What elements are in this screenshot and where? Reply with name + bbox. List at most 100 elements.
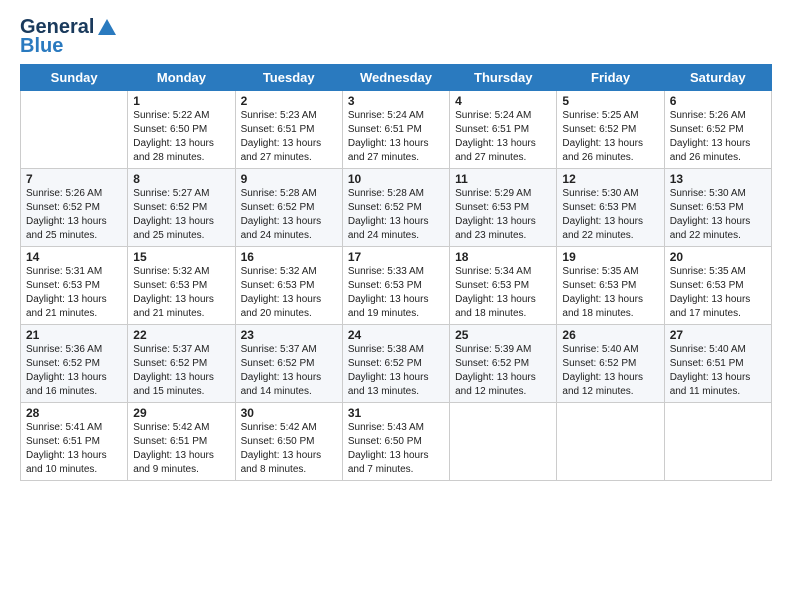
day-number: 9	[241, 172, 337, 186]
day-number: 27	[670, 328, 766, 342]
day-info: Sunrise: 5:27 AM Sunset: 6:52 PM Dayligh…	[133, 187, 229, 243]
week-row-5: 28Sunrise: 5:41 AM Sunset: 6:51 PM Dayli…	[21, 403, 772, 481]
day-info: Sunrise: 5:25 AM Sunset: 6:52 PM Dayligh…	[562, 109, 658, 165]
header: General Blue	[20, 16, 772, 58]
day-info: Sunrise: 5:22 AM Sunset: 6:50 PM Dayligh…	[133, 109, 229, 165]
day-info: Sunrise: 5:30 AM Sunset: 6:53 PM Dayligh…	[670, 187, 766, 243]
day-number: 5	[562, 94, 658, 108]
calendar-cell: 16Sunrise: 5:32 AM Sunset: 6:53 PM Dayli…	[235, 247, 342, 325]
calendar-cell: 1Sunrise: 5:22 AM Sunset: 6:50 PM Daylig…	[128, 91, 235, 169]
calendar-cell: 24Sunrise: 5:38 AM Sunset: 6:52 PM Dayli…	[342, 325, 449, 403]
day-info: Sunrise: 5:37 AM Sunset: 6:52 PM Dayligh…	[241, 343, 337, 399]
page-container: General Blue SundayMondayTuesdayWednesda…	[0, 0, 792, 491]
day-number: 6	[670, 94, 766, 108]
calendar-cell: 14Sunrise: 5:31 AM Sunset: 6:53 PM Dayli…	[21, 247, 128, 325]
week-row-4: 21Sunrise: 5:36 AM Sunset: 6:52 PM Dayli…	[21, 325, 772, 403]
week-row-3: 14Sunrise: 5:31 AM Sunset: 6:53 PM Dayli…	[21, 247, 772, 325]
day-number: 26	[562, 328, 658, 342]
day-number: 25	[455, 328, 551, 342]
calendar-cell: 28Sunrise: 5:41 AM Sunset: 6:51 PM Dayli…	[21, 403, 128, 481]
calendar-cell	[664, 403, 771, 481]
weekday-header-thursday: Thursday	[450, 65, 557, 91]
day-number: 30	[241, 406, 337, 420]
calendar-cell: 29Sunrise: 5:42 AM Sunset: 6:51 PM Dayli…	[128, 403, 235, 481]
day-info: Sunrise: 5:28 AM Sunset: 6:52 PM Dayligh…	[241, 187, 337, 243]
day-info: Sunrise: 5:32 AM Sunset: 6:53 PM Dayligh…	[241, 265, 337, 321]
calendar-cell: 7Sunrise: 5:26 AM Sunset: 6:52 PM Daylig…	[21, 169, 128, 247]
calendar-table: SundayMondayTuesdayWednesdayThursdayFrid…	[20, 64, 772, 481]
calendar-cell: 4Sunrise: 5:24 AM Sunset: 6:51 PM Daylig…	[450, 91, 557, 169]
day-number: 18	[455, 250, 551, 264]
day-info: Sunrise: 5:29 AM Sunset: 6:53 PM Dayligh…	[455, 187, 551, 243]
day-number: 23	[241, 328, 337, 342]
week-row-2: 7Sunrise: 5:26 AM Sunset: 6:52 PM Daylig…	[21, 169, 772, 247]
day-number: 7	[26, 172, 122, 186]
calendar-cell: 2Sunrise: 5:23 AM Sunset: 6:51 PM Daylig…	[235, 91, 342, 169]
calendar-cell: 5Sunrise: 5:25 AM Sunset: 6:52 PM Daylig…	[557, 91, 664, 169]
day-info: Sunrise: 5:32 AM Sunset: 6:53 PM Dayligh…	[133, 265, 229, 321]
calendar-cell: 23Sunrise: 5:37 AM Sunset: 6:52 PM Dayli…	[235, 325, 342, 403]
weekday-header-monday: Monday	[128, 65, 235, 91]
day-info: Sunrise: 5:35 AM Sunset: 6:53 PM Dayligh…	[562, 265, 658, 321]
calendar-cell: 10Sunrise: 5:28 AM Sunset: 6:52 PM Dayli…	[342, 169, 449, 247]
day-number: 19	[562, 250, 658, 264]
day-info: Sunrise: 5:42 AM Sunset: 6:50 PM Dayligh…	[241, 421, 337, 477]
calendar-cell: 12Sunrise: 5:30 AM Sunset: 6:53 PM Dayli…	[557, 169, 664, 247]
calendar-cell: 11Sunrise: 5:29 AM Sunset: 6:53 PM Dayli…	[450, 169, 557, 247]
calendar-cell: 18Sunrise: 5:34 AM Sunset: 6:53 PM Dayli…	[450, 247, 557, 325]
calendar-cell: 27Sunrise: 5:40 AM Sunset: 6:51 PM Dayli…	[664, 325, 771, 403]
day-number: 16	[241, 250, 337, 264]
calendar-cell: 19Sunrise: 5:35 AM Sunset: 6:53 PM Dayli…	[557, 247, 664, 325]
calendar-cell: 13Sunrise: 5:30 AM Sunset: 6:53 PM Dayli…	[664, 169, 771, 247]
day-number: 3	[348, 94, 444, 108]
day-info: Sunrise: 5:30 AM Sunset: 6:53 PM Dayligh…	[562, 187, 658, 243]
calendar-cell: 6Sunrise: 5:26 AM Sunset: 6:52 PM Daylig…	[664, 91, 771, 169]
day-number: 17	[348, 250, 444, 264]
calendar-cell: 15Sunrise: 5:32 AM Sunset: 6:53 PM Dayli…	[128, 247, 235, 325]
weekday-header-row: SundayMondayTuesdayWednesdayThursdayFrid…	[21, 65, 772, 91]
calendar-cell	[557, 403, 664, 481]
calendar-cell	[21, 91, 128, 169]
day-info: Sunrise: 5:23 AM Sunset: 6:51 PM Dayligh…	[241, 109, 337, 165]
calendar-cell: 20Sunrise: 5:35 AM Sunset: 6:53 PM Dayli…	[664, 247, 771, 325]
week-row-1: 1Sunrise: 5:22 AM Sunset: 6:50 PM Daylig…	[21, 91, 772, 169]
day-info: Sunrise: 5:38 AM Sunset: 6:52 PM Dayligh…	[348, 343, 444, 399]
calendar-cell: 31Sunrise: 5:43 AM Sunset: 6:50 PM Dayli…	[342, 403, 449, 481]
day-info: Sunrise: 5:31 AM Sunset: 6:53 PM Dayligh…	[26, 265, 122, 321]
calendar-cell: 21Sunrise: 5:36 AM Sunset: 6:52 PM Dayli…	[21, 325, 128, 403]
day-info: Sunrise: 5:26 AM Sunset: 6:52 PM Dayligh…	[26, 187, 122, 243]
day-number: 29	[133, 406, 229, 420]
day-info: Sunrise: 5:24 AM Sunset: 6:51 PM Dayligh…	[348, 109, 444, 165]
calendar-cell: 30Sunrise: 5:42 AM Sunset: 6:50 PM Dayli…	[235, 403, 342, 481]
day-info: Sunrise: 5:41 AM Sunset: 6:51 PM Dayligh…	[26, 421, 122, 477]
calendar-cell: 17Sunrise: 5:33 AM Sunset: 6:53 PM Dayli…	[342, 247, 449, 325]
weekday-header-sunday: Sunday	[21, 65, 128, 91]
day-number: 28	[26, 406, 122, 420]
day-info: Sunrise: 5:34 AM Sunset: 6:53 PM Dayligh…	[455, 265, 551, 321]
calendar-cell: 8Sunrise: 5:27 AM Sunset: 6:52 PM Daylig…	[128, 169, 235, 247]
day-info: Sunrise: 5:35 AM Sunset: 6:53 PM Dayligh…	[670, 265, 766, 321]
calendar-cell: 22Sunrise: 5:37 AM Sunset: 6:52 PM Dayli…	[128, 325, 235, 403]
day-number: 8	[133, 172, 229, 186]
weekday-header-friday: Friday	[557, 65, 664, 91]
calendar-cell: 3Sunrise: 5:24 AM Sunset: 6:51 PM Daylig…	[342, 91, 449, 169]
day-info: Sunrise: 5:39 AM Sunset: 6:52 PM Dayligh…	[455, 343, 551, 399]
day-number: 12	[562, 172, 658, 186]
weekday-header-saturday: Saturday	[664, 65, 771, 91]
day-info: Sunrise: 5:42 AM Sunset: 6:51 PM Dayligh…	[133, 421, 229, 477]
day-info: Sunrise: 5:33 AM Sunset: 6:53 PM Dayligh…	[348, 265, 444, 321]
day-info: Sunrise: 5:26 AM Sunset: 6:52 PM Dayligh…	[670, 109, 766, 165]
day-info: Sunrise: 5:40 AM Sunset: 6:52 PM Dayligh…	[562, 343, 658, 399]
day-info: Sunrise: 5:43 AM Sunset: 6:50 PM Dayligh…	[348, 421, 444, 477]
day-number: 20	[670, 250, 766, 264]
day-info: Sunrise: 5:36 AM Sunset: 6:52 PM Dayligh…	[26, 343, 122, 399]
day-number: 11	[455, 172, 551, 186]
calendar-cell	[450, 403, 557, 481]
logo-blue: Blue	[20, 35, 63, 58]
day-number: 21	[26, 328, 122, 342]
day-number: 24	[348, 328, 444, 342]
calendar-cell: 9Sunrise: 5:28 AM Sunset: 6:52 PM Daylig…	[235, 169, 342, 247]
day-number: 15	[133, 250, 229, 264]
weekday-header-tuesday: Tuesday	[235, 65, 342, 91]
day-info: Sunrise: 5:24 AM Sunset: 6:51 PM Dayligh…	[455, 109, 551, 165]
